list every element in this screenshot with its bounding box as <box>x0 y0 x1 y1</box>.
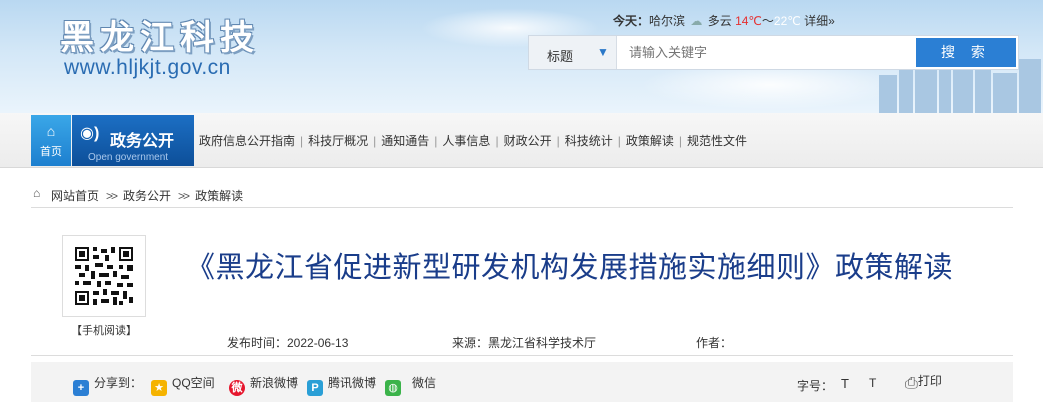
cloudy-weather-icon: ☁ <box>690 14 703 28</box>
font-size-large-button[interactable]: T <box>841 376 849 391</box>
share-wechat-label: 微信 <box>412 376 437 390</box>
search-field-select[interactable]: 标题 ▼ <box>529 36 617 69</box>
nav-home-button[interactable]: ⌂ 首页 <box>31 115 71 166</box>
home-icon: ⌂ <box>46 123 56 139</box>
qr-code-icon <box>75 247 133 305</box>
share-to-label[interactable]: + 分享到： <box>73 374 142 396</box>
nav-links: 政府信息公开指南 | 科技厅概况 | 通知通告 | 人事信息 | 财政公开 | 科技统计 | 政策解读 |… <box>199 134 747 148</box>
weather-temp-low: 22℃ <box>773 14 801 28</box>
weather-today-label: 今天： <box>613 14 650 28</box>
font-size-small-button[interactable]: T <box>869 376 876 390</box>
divider <box>31 355 1013 356</box>
breadcrumb-item-policy[interactable]: 政策解读 <box>195 189 243 203</box>
tencent-weibo-icon: P <box>307 380 323 396</box>
search-field-label: 标题 <box>547 49 574 64</box>
share-tencent-weibo-label: 腾讯微博 <box>328 376 377 390</box>
search-bar: 标题 ▼ 搜 索 <box>528 35 1019 70</box>
nav-link-personnel[interactable]: 人事信息 <box>442 134 490 148</box>
article-title: 《黑龙江省促进新型研发机构发展措施实施细则》政策解读 <box>186 250 954 284</box>
print-button[interactable]: ⎙打印 <box>905 372 942 393</box>
breadcrumb: ⌂ 网站首页 >> 政务公开 >> 政策解读 <box>31 178 1013 208</box>
nav-link-finance[interactable]: 财政公开 <box>504 134 552 148</box>
main-nav: ⌂ 首页 ◉) 政务公开 Open government 政府信息公开指南 | 科技… <box>0 113 1043 168</box>
share-tencent-weibo-button[interactable]: P 腾讯微博 <box>307 374 376 396</box>
nav-link-policy-interpretation[interactable]: 政策解读 <box>626 134 674 148</box>
share-qzone-label: QQ空间 <box>172 376 215 390</box>
rss-icon: ◉) <box>80 125 100 142</box>
breadcrumb-separator: >> <box>178 189 190 203</box>
share-wechat-button[interactable]: ◍ 微信 <box>385 374 436 396</box>
font-size-label: 字号： <box>797 379 834 393</box>
nav-link-overview[interactable]: 科技厅概况 <box>308 134 368 148</box>
dropdown-arrow-icon: ▼ <box>597 45 609 59</box>
share-qzone-button[interactable]: ★ QQ空间 <box>151 374 215 396</box>
nav-link-disclosure-guide[interactable]: 政府信息公开指南 <box>199 134 295 148</box>
weather-temp-high: 14℃ <box>735 14 762 28</box>
nav-home-label: 首页 <box>40 146 62 158</box>
home-icon: ⌂ <box>33 186 41 200</box>
nav-link-statistics[interactable]: 科技统计 <box>565 134 613 148</box>
search-button[interactable]: 搜 索 <box>916 38 1016 67</box>
weather-city: 哈尔滨 <box>649 14 686 28</box>
breadcrumb-separator: >> <box>106 189 118 203</box>
breadcrumb-item-open-government[interactable]: 政务公开 <box>123 189 171 203</box>
site-logo-url[interactable]: www.hljkjt.gov.cn <box>64 56 231 80</box>
sina-weibo-icon: 微 <box>229 380 245 396</box>
weather-tilde: ～ <box>761 14 774 28</box>
share-sina-weibo-label: 新浪微博 <box>250 376 299 390</box>
mobile-read-label: 【手机阅读】 <box>71 325 137 337</box>
article-source: 来源：黑龙江省科学技术厅 <box>452 336 597 350</box>
site-header: 黑龙江科技 www.hljkjt.gov.cn 今天：哈尔滨 ☁ 多云 14℃～… <box>0 0 1043 113</box>
wechat-icon: ◍ <box>385 380 401 396</box>
qzone-icon: ★ <box>151 380 167 396</box>
article-publish-date: 发布时间：2022-06-13 <box>227 336 349 350</box>
share-toolbar: + 分享到： ★ QQ空间 微新浪微博 P 腾讯微博 ◍ 微信 字号： T T ⎙打印 <box>31 362 1013 402</box>
nav-link-normative-documents[interactable]: 规范性文件 <box>687 134 747 148</box>
weather-widget: 今天：哈尔滨 ☁ 多云 14℃～22℃ 详细» <box>613 12 835 29</box>
share-sina-weibo-button[interactable]: 微新浪微博 <box>229 374 298 396</box>
site-logo-text[interactable]: 黑龙江科技 <box>60 10 260 59</box>
weather-detail-link[interactable]: 详细» <box>804 14 835 28</box>
breadcrumb-item-home[interactable]: 网站首页 <box>51 189 99 203</box>
article-author: 作者： <box>696 336 733 350</box>
printer-icon: ⎙ <box>905 375 918 392</box>
nav-section-open-government[interactable]: ◉) 政务公开 Open government <box>72 115 194 166</box>
nav-section-title: 政务公开 <box>110 133 175 150</box>
search-input[interactable] <box>629 45 899 60</box>
plus-icon: + <box>73 380 89 396</box>
weather-condition: 多云 <box>707 14 732 28</box>
print-label: 打印 <box>917 374 942 388</box>
nav-link-notices[interactable]: 通知通告 <box>381 134 429 148</box>
share-label-text: 分享到： <box>94 376 143 390</box>
nav-section-subtitle: Open government <box>88 152 169 163</box>
qr-code-image <box>62 235 146 317</box>
